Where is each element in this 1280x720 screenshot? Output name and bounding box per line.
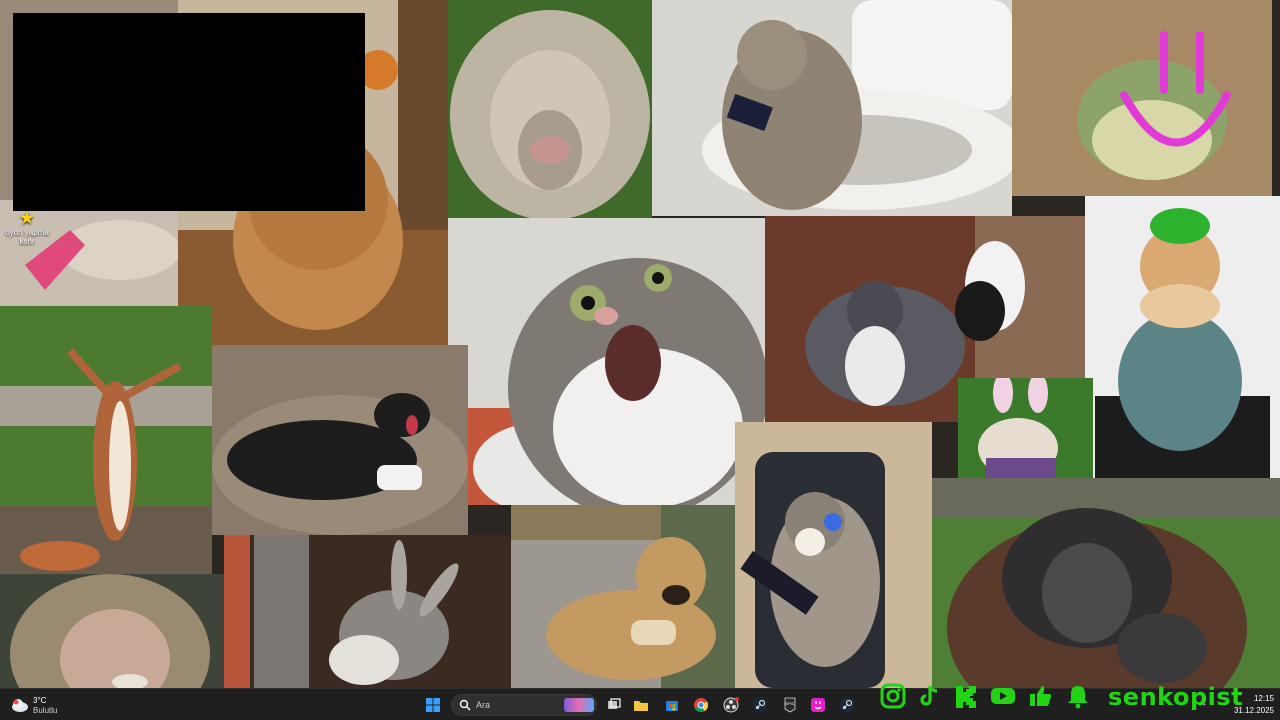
photo-dog-with-bread — [511, 505, 735, 688]
file-explorer-button[interactable] — [629, 693, 653, 717]
photo-cat-with-green-hat — [1085, 196, 1280, 478]
photo-orangutan — [932, 478, 1280, 688]
instagram-icon — [880, 683, 906, 713]
desktop-wallpaper-collage: ★ oydn yapma ksnr — [0, 0, 1280, 688]
photo-donkey — [224, 535, 511, 688]
photo-black-dog-with-controller — [212, 345, 468, 535]
weather-condition: Bulutlu — [33, 706, 58, 715]
start-button[interactable] — [421, 693, 445, 717]
photo-squirrel-arms-up — [0, 306, 212, 574]
photo-gamer-cat-with-headset — [735, 422, 932, 688]
like-icon — [1028, 683, 1054, 713]
photo-bulldog-bunny-ears — [958, 378, 1093, 478]
photo-cat-on-toilet-with-phone — [652, 0, 1012, 216]
youtube-icon — [990, 683, 1016, 713]
desktop-shortcut[interactable]: ★ oydn yapma ksnr — [2, 208, 52, 246]
search-box[interactable]: Ara — [451, 694, 597, 716]
windows-icon — [426, 698, 440, 712]
svg-text:EPIC: EPIC — [785, 701, 794, 706]
epic-games-icon: EPIC — [784, 697, 796, 713]
steam-icon — [840, 698, 854, 712]
channel-name: senkopist — [1108, 683, 1244, 711]
cloud-icon — [12, 699, 28, 712]
weather-temperature: 3°C — [33, 696, 47, 705]
store-button[interactable] — [660, 693, 684, 717]
tiktok-icon — [917, 683, 943, 713]
chrome-button[interactable] — [689, 693, 713, 717]
search-highlight-icon — [564, 698, 594, 712]
bell-icon — [1065, 683, 1091, 713]
desktop-shortcut-label: oydn yapma ksnr — [5, 228, 49, 246]
kick-icon — [953, 683, 979, 713]
steam-button[interactable] — [748, 693, 772, 717]
weather-widget[interactable]: 3°C Bulutlu — [10, 693, 70, 717]
obs-button[interactable] — [719, 693, 743, 717]
black-overlay-window — [13, 13, 365, 211]
pink-app-button[interactable] — [806, 693, 830, 717]
task-view-button[interactable] — [602, 693, 626, 717]
search-icon — [459, 699, 471, 711]
task-view-icon — [608, 698, 621, 709]
photo-monkey-face — [0, 574, 224, 688]
search-label: Ara — [476, 700, 491, 710]
photo-shocked-cat — [448, 218, 765, 505]
obs-icon — [723, 697, 739, 713]
photo-frog-with-smiley — [1012, 0, 1272, 196]
store-icon — [666, 701, 678, 711]
photo-fluffy-sheep — [448, 0, 652, 218]
steam-button-2[interactable] — [835, 693, 859, 717]
folder-icon — [634, 701, 648, 711]
pink-app-icon — [811, 698, 825, 712]
steam-icon — [753, 698, 767, 712]
star-icon: ★ — [18, 208, 36, 228]
chrome-icon — [694, 698, 709, 713]
epic-games-button[interactable]: EPIC — [778, 693, 802, 717]
